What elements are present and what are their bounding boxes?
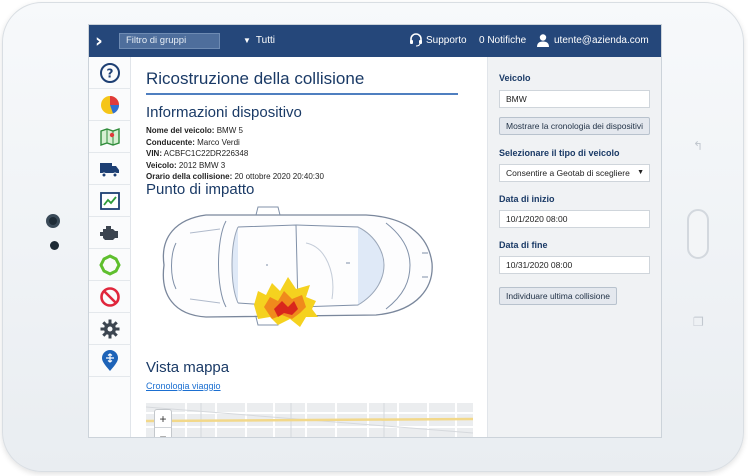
vehicle-type-select[interactable]: Consentire a Geotab di scegliere ▼	[499, 164, 650, 182]
sidebar-item-reports[interactable]	[89, 89, 131, 121]
headset-icon	[410, 33, 422, 47]
vehicle-label: Veicolo	[499, 73, 531, 83]
sidebar-item-vehicles[interactable]	[89, 153, 131, 185]
home-button[interactable]	[687, 209, 709, 259]
user-menu[interactable]: utente@azienda.com	[536, 32, 649, 50]
device-info-list: Nome del veicolo: BMW 5 Conducente: Marc…	[146, 125, 324, 183]
impact-point-heading: Punto di impatto	[146, 181, 255, 198]
options-panel: Veicolo BMW Mostrare la cronologia dei d…	[487, 57, 661, 437]
top-bar: › Filtro di gruppi ▼ Tutti Supporto 0 Not…	[89, 25, 661, 57]
map-streets	[146, 403, 473, 437]
start-date-label: Data di inizio	[499, 194, 555, 204]
vehicle-input[interactable]: BMW	[499, 90, 650, 108]
info-row-vin: VIN: ACBFC1C22DR226348	[146, 149, 249, 158]
help-icon: ?	[100, 62, 120, 83]
info-row-vehicle: Veicolo: 2012 BMW 3	[146, 160, 226, 170]
truck-icon	[100, 162, 119, 177]
sidebar-item-engine[interactable]	[89, 217, 131, 249]
pie-chart-icon	[101, 95, 120, 114]
support-label: Supporto	[426, 35, 467, 46]
rules-prohibited-icon	[100, 286, 120, 307]
map-view-heading: Vista mappa	[146, 359, 230, 376]
end-date-label: Data di fine	[499, 240, 548, 250]
user-email: utente@azienda.com	[554, 35, 649, 46]
app-screen: › Filtro di gruppi ▼ Tutti Supporto 0 Not…	[88, 24, 662, 438]
sidebar-item-zones[interactable]	[89, 249, 131, 281]
sensor-icon	[50, 241, 59, 250]
gear-icon	[100, 319, 120, 338]
all-groups-dropdown[interactable]: ▼ Tutti	[243, 34, 275, 48]
main-content: Ricostruzione della collisione Informazi…	[132, 57, 487, 437]
notifications-link[interactable]: 0 Notifiche	[479, 32, 526, 50]
vehicle-type-label: Selezionare il tipo di veicolo	[499, 148, 620, 158]
back-icon: ↰	[693, 139, 704, 153]
expand-menu-icon[interactable]: ›	[95, 30, 115, 52]
engine-icon	[100, 225, 118, 240]
map-icon	[100, 127, 120, 146]
title-underline	[146, 93, 458, 95]
marketplace-pin-icon	[102, 349, 118, 371]
start-date-input[interactable]: 10/1/2020 08:00	[499, 210, 650, 228]
caret-down-icon: ▼	[243, 36, 251, 45]
sidebar: ?	[89, 57, 131, 437]
sidebar-item-help[interactable]: ?	[89, 57, 131, 89]
sidebar-item-rules[interactable]	[89, 281, 131, 313]
info-row-driver: Conducente: Marco Verdi	[146, 137, 240, 147]
trend-chart-icon	[100, 191, 120, 210]
sidebar-item-settings[interactable]	[89, 313, 131, 345]
support-link[interactable]: Supporto	[409, 32, 467, 50]
map-view[interactable]: + −	[146, 403, 473, 437]
front-camera-icon	[46, 214, 60, 228]
sidebar-item-marketplace[interactable]	[89, 345, 131, 377]
recent-apps-icon: ❐	[693, 315, 704, 329]
user-icon	[537, 34, 549, 48]
sidebar-item-map[interactable]	[89, 121, 131, 153]
svg-text:?: ?	[107, 66, 114, 80]
zones-icon	[99, 253, 121, 276]
trip-history-link[interactable]: Cronologia viaggio	[146, 381, 221, 391]
all-groups-label: Tutti	[255, 35, 275, 46]
page-title: Ricostruzione della collisione	[146, 69, 365, 88]
group-filter-input[interactable]: Filtro di gruppi	[119, 33, 220, 49]
zoom-in-button[interactable]: +	[155, 410, 171, 428]
locate-last-collision-button[interactable]: Individuare ultima collisione	[499, 287, 617, 305]
device-info-heading: Informazioni dispositivo	[146, 104, 302, 121]
caret-down-icon: ▼	[637, 169, 644, 176]
car-impact-diagram	[162, 206, 433, 327]
end-date-input[interactable]: 10/31/2020 08:00	[499, 256, 650, 274]
vehicle-type-value: Consentire a Geotab di scegliere	[506, 168, 630, 178]
device-history-button[interactable]: Mostrare la cronologia dei dispositivi	[499, 117, 651, 135]
sidebar-item-activity[interactable]	[89, 185, 131, 217]
info-row-vehicle-name: Nome del veicolo: BMW 5	[146, 126, 243, 135]
zoom-out-button[interactable]: −	[155, 428, 171, 437]
map-zoom-control: + −	[154, 409, 172, 437]
